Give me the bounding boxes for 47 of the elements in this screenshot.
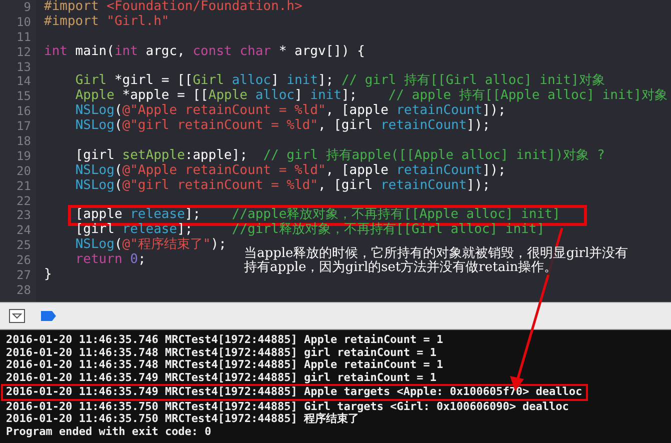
console-line: 2016-01-20 11:46:35.748 MRCTest4[1972:44885] Apple retainCount = 1 (6, 359, 444, 372)
line-number: 15 (16, 89, 32, 104)
dropdown-icon[interactable] (9, 309, 25, 323)
code-line: Apple *apple = [[Apple alloc] init]; // apple 持有[[Apple alloc] init]对象 (75, 89, 668, 104)
line-number: 21 (16, 178, 32, 194)
code-line: [girl release]; //girl释放对象，不再持有[[Girl alloc] init] (75, 223, 545, 238)
line-number: 12 (16, 44, 32, 60)
line-number: 19 (16, 148, 32, 164)
line-number: 24 (16, 223, 32, 238)
code-line: NSLog(@"程序结束了"); (75, 238, 226, 253)
code-line: NSLog(@"girl retainCount = %ld", [girl retainCount]); (75, 178, 490, 194)
code-line: NSLog(@"Apple retainCount = %ld", [apple retainCount]); (75, 164, 506, 179)
annotation-text: 持有apple，因为girl的set方法并没有做retain操作。 (244, 261, 558, 275)
line-number: 27 (16, 268, 32, 283)
line-number: 20 (16, 164, 32, 179)
line-number: 17 (16, 119, 32, 134)
annotation-text: 当apple释放的时候，它所持有的对象就被销毁，很明显girl并没有 (244, 247, 628, 261)
line-number: 13 (16, 60, 32, 74)
line-number: 11 (16, 30, 32, 45)
console-line: 2016-01-20 11:46:35.750 MRCTest4[1972:44885] 程序结束了 (6, 413, 360, 426)
console-line: 2016-01-20 11:46:35.750 MRCTest4[1972:44885] Girl targets <Girl: 0x100606090> dealloc (6, 400, 569, 412)
code-line: [girl setApple:apple]; // girl 持有apple([[Apple alloc] init])对象 ? (75, 148, 605, 164)
code-line: [apple release]; //apple释放对象，不再持有[[Apple alloc] init] (71, 208, 584, 224)
code-line: #import <Foundation/Foundation.h> (44, 0, 302, 15)
line-number: 10 (16, 14, 32, 30)
line-number: 26 (16, 253, 32, 268)
code-line: } (44, 268, 52, 283)
line-number: 14 (16, 74, 32, 90)
line-number: 22 (16, 194, 32, 208)
line-number: 16 (16, 104, 32, 120)
code-line: #import "Girl.h" (44, 14, 170, 30)
line-number: 9 (22, 0, 32, 15)
line-number: 18 (16, 134, 32, 149)
console-line: 2016-01-20 11:46:35.749 MRCTest4[1972:44885] girl retainCount = 1 (6, 372, 436, 384)
line-number: 23 (16, 208, 32, 224)
breakpoint-icon[interactable] (41, 311, 56, 321)
code-line: NSLog(@"girl retainCount = %ld", [girl retainCount]); (75, 119, 490, 134)
code-line: int main(int argc, const char * argv[]) { (44, 44, 365, 60)
console-line: 2016-01-20 11:46:35.746 MRCTest4[1972:44885] Apple retainCount = 1 (6, 334, 444, 346)
line-number: 28 (16, 282, 32, 298)
code-line: NSLog(@"Apple retainCount = %ld", [apple retainCount]); (75, 104, 506, 119)
console-line: Program ended with exit code: 0 (6, 426, 212, 438)
line-number: 25 (16, 238, 32, 254)
code-line: Girl *girl = [[Girl alloc] init]; // girl 持有[[Girl alloc] init]对象 (75, 74, 605, 88)
code-line: return 0; (75, 253, 146, 268)
console-line: 2016-01-20 11:46:35.749 MRCTest4[1972:44885] Apple targets <Apple: 0x100605f70> dealloc (3, 386, 586, 398)
console-line: 2016-01-20 11:46:35.748 MRCTest4[1972:44885] girl retainCount = 1 (6, 346, 436, 359)
